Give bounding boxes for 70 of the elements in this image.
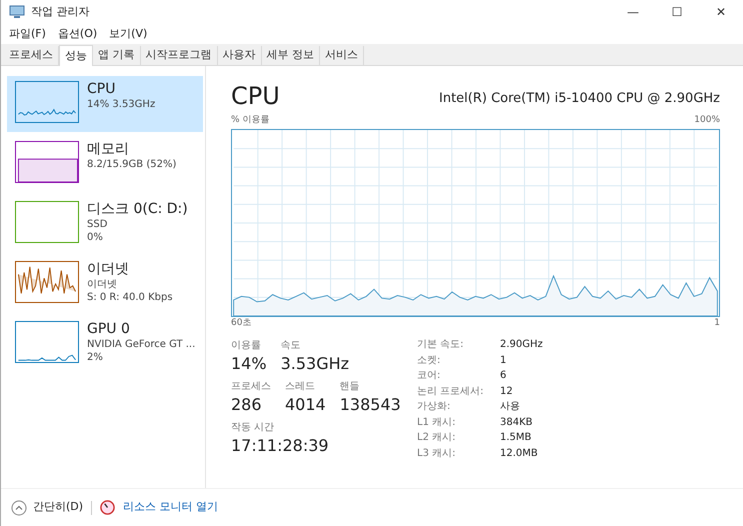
resource-detail: 14% 3.53GHz	[87, 98, 156, 111]
detail-label: 소켓:	[417, 354, 442, 368]
resource-detail: 2%	[87, 351, 104, 364]
window-title: 작업 관리자	[31, 4, 90, 20]
tab[interactable]: 성능	[59, 45, 93, 66]
window-control-button[interactable]: ☐	[655, 0, 699, 24]
detail-label: L2 캐시:	[417, 431, 456, 445]
resource-item[interactable]: 디스크 0(C: D:) SSD 0%	[7, 196, 203, 252]
detail-label: 가상화:	[417, 400, 452, 414]
window-control-button[interactable]: —	[611, 0, 655, 24]
stat-value: 4014	[285, 394, 326, 416]
resource-item[interactable]: 메모리 8.2/15.9GB (52%)	[7, 136, 203, 192]
detail-value: 12.0MB	[500, 446, 539, 460]
resource-detail: SSD	[87, 218, 108, 231]
stat-label: 스레드	[285, 380, 316, 394]
detail-value: 12	[500, 384, 514, 398]
menu-item[interactable]: 옵션(O)	[58, 26, 98, 42]
axis-label: % 이용률	[231, 114, 270, 127]
stat-value: 14%	[231, 353, 267, 375]
tab[interactable]: 사용자	[218, 46, 262, 65]
resource-item[interactable]: CPU 14% 3.53GHz	[7, 76, 203, 132]
resource-title: 디스크 0(C: D:)	[87, 201, 188, 218]
stat-label: 속도	[280, 339, 302, 353]
collapse-button[interactable]: 간단히(D)	[11, 499, 84, 516]
chevron-up-icon	[11, 500, 27, 516]
resource-detail: S: 0 R: 40.0 Kbps	[87, 291, 173, 304]
resource-title: 이더넷	[87, 261, 130, 278]
tab[interactable]: 서비스	[320, 46, 364, 65]
stat-value: 138543	[340, 394, 401, 416]
detail-value: 384KB	[500, 416, 534, 430]
stat-label: 작동 시간	[231, 421, 276, 435]
panel-title: CPU	[231, 82, 280, 110]
axis-label: 60초	[231, 316, 252, 330]
tab[interactable]: 앱 기록	[93, 46, 140, 65]
detail-value: 1.5MB	[500, 431, 532, 445]
menu-item[interactable]: 보기(V)	[109, 26, 148, 42]
detail-label: 코어:	[417, 369, 442, 383]
stat-label: 핸들	[340, 380, 361, 394]
processor-model: Intel(R) Core(TM) i5-10400 CPU @ 2.90GHz	[439, 90, 720, 108]
detail-label: L1 캐시:	[417, 416, 456, 430]
monitor-icon	[9, 5, 25, 19]
detail-value: 6	[500, 369, 508, 383]
resource-detail: 0%	[87, 231, 104, 244]
stat-label: 이용률	[231, 339, 262, 353]
resource-detail: 이더넷	[87, 278, 118, 291]
detail-label: L3 캐시:	[417, 446, 456, 460]
resource-detail: 8.2/15.9GB (52%)	[87, 158, 176, 171]
detail-label: 기본 속도:	[417, 338, 465, 352]
tab[interactable]: 시작프로그램	[140, 46, 218, 65]
tab[interactable]: 세부 정보	[262, 46, 320, 65]
stat-value: 286	[231, 394, 263, 416]
resource-title: 메모리	[87, 141, 130, 158]
resource-title: CPU	[87, 81, 116, 98]
stat-value: 3.53GHz	[280, 353, 350, 375]
resource-item[interactable]: GPU 0 NVIDIA GeForce GT ... 2%	[7, 316, 203, 372]
stat-value: 17:11:28:39	[231, 435, 329, 457]
axis-label: 100%	[694, 114, 720, 127]
axis-label: 1	[714, 316, 720, 330]
detail-value: 사용	[500, 400, 521, 414]
stat-label: 프로세스	[231, 380, 271, 394]
resource-monitor-link[interactable]: 리소스 모니터 열기	[123, 499, 218, 516]
detail-value: 2.90GHz	[500, 338, 543, 352]
resource-title: GPU 0	[87, 321, 131, 338]
window-control-button[interactable]: ✕	[699, 0, 743, 24]
detail-label: 논리 프로세서:	[417, 384, 485, 398]
resource-item[interactable]: 이더넷 이더넷 S: 0 R: 40.0 Kbps	[7, 256, 203, 312]
resource-detail: NVIDIA GeForce GT ...	[87, 338, 196, 351]
detail-value: 1	[500, 354, 508, 368]
gauge-icon	[100, 500, 116, 515]
menu-item[interactable]: 파일(F)	[9, 26, 46, 42]
